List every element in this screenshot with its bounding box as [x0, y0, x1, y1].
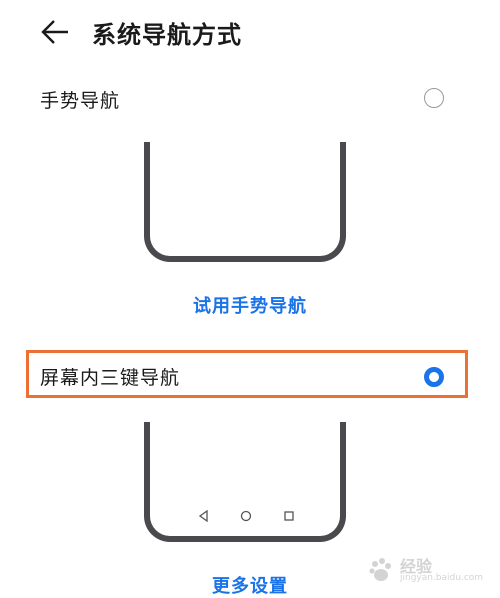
nav-back-icon	[198, 510, 208, 522]
option-gesture-navigation[interactable]: 手势导航	[0, 78, 500, 122]
arrow-left-icon	[41, 20, 68, 44]
top-app-bar: 系统导航方式	[0, 0, 500, 66]
radio-gesture[interactable]	[424, 88, 444, 108]
option-label-gesture: 手势导航	[40, 90, 121, 112]
baidu-jingyan-watermark: 经验 jingyan.baidu.com	[366, 553, 488, 587]
watermark-url: jingyan.baidu.com	[400, 573, 484, 583]
nav-recents-icon	[284, 511, 294, 521]
three-key-phone-illustration	[144, 422, 346, 542]
gesture-phone-illustration	[144, 142, 346, 262]
back-button[interactable]	[38, 14, 74, 50]
nav-home-icon	[240, 510, 252, 522]
paw-logo-icon	[369, 558, 391, 581]
try-gesture-link[interactable]: 试用手势导航	[0, 292, 500, 318]
radio-three-key[interactable]	[424, 367, 444, 387]
option-three-key-navigation[interactable]: 屏幕内三键导航	[0, 355, 500, 399]
phone-nav-bar	[150, 510, 340, 522]
page-title: 系统导航方式	[92, 21, 242, 49]
option-label-three-key: 屏幕内三键导航	[40, 367, 181, 389]
